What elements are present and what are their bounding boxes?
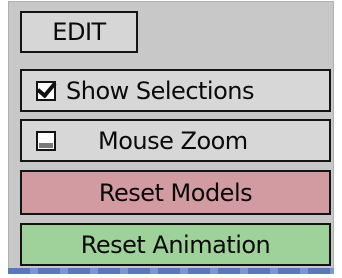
mouse-zoom-label: Mouse Zoom [98, 126, 248, 155]
edit-button[interactable]: EDIT [20, 11, 138, 53]
bottom-strip [8, 268, 334, 274]
reset-models-label: Reset Models [98, 178, 253, 207]
mouse-zoom-checkbox[interactable] [36, 130, 56, 151]
show-selections-label: Show Selections [66, 76, 255, 105]
show-selections-toggle[interactable]: Show Selections [20, 69, 331, 112]
mouse-zoom-toggle[interactable]: Mouse Zoom [20, 119, 331, 162]
edit-button-label: EDIT [52, 18, 106, 46]
reset-animation-label: Reset Animation [80, 230, 271, 259]
reset-models-button[interactable]: Reset Models [20, 170, 331, 215]
show-selections-checkbox[interactable] [36, 80, 56, 101]
reset-animation-button[interactable]: Reset Animation [20, 223, 331, 266]
